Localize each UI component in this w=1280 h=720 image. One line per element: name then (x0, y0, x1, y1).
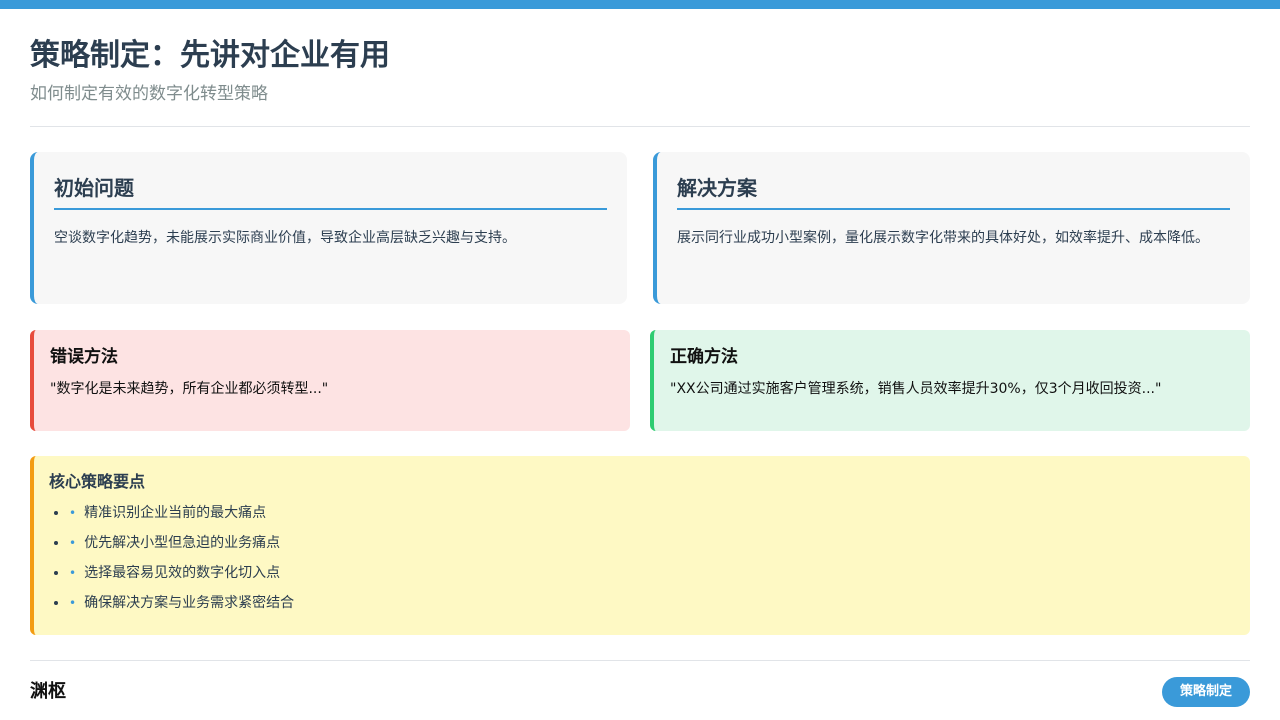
wrong-method-box: 错误方法 "数字化是未来趋势，所有企业都必须转型..." (30, 330, 630, 431)
bullet-icon: • (69, 596, 77, 610)
card-text: 空谈数字化趋势，未能展示实际商业价值，导致企业高层缺乏兴趣与支持。 (54, 230, 516, 246)
core-strategy-box: 核心策略要点 •精准识别企业当前的最大痛点 •优先解决小型但急迫的业务痛点 •选… (30, 456, 1250, 635)
list-item: •确保解决方案与业务需求紧密结合 (69, 588, 1235, 618)
wrong-method-title: 错误方法 (50, 347, 118, 367)
card-text: 展示同行业成功小型案例，量化展示数字化带来的具体好处，如效率提升、成本降低。 (677, 230, 1209, 246)
bullet-icon: • (69, 506, 77, 520)
page-header: 策略制定：先讲对企业有用 如何制定有效的数字化转型策略 (30, 36, 1250, 106)
bullet-icon: • (69, 566, 77, 580)
wrong-method-text: "数字化是未来趋势，所有企业都必须转型..." (50, 381, 329, 397)
page-subtitle: 如何制定有效的数字化转型策略 (30, 84, 268, 104)
top-accent-bar (0, 0, 1280, 9)
right-method-text: "XX公司通过实施客户管理系统，销售人员效率提升30%，仅3个月收回投资..." (670, 381, 1162, 397)
list-item: •优先解决小型但急迫的业务痛点 (69, 528, 1235, 558)
bullet-icon: • (69, 536, 77, 550)
page-title: 策略制定：先讲对企业有用 (30, 38, 390, 73)
right-method-box: 正确方法 "XX公司通过实施客户管理系统，销售人员效率提升30%，仅3个月收回投… (650, 330, 1250, 431)
card-title: 解决方案 (677, 174, 1230, 210)
right-method-title: 正确方法 (670, 347, 738, 367)
footer-brand: 渊枢 (30, 681, 66, 702)
card-title: 初始问题 (54, 174, 607, 210)
list-item: •选择最容易见效的数字化切入点 (69, 558, 1235, 588)
section-badge[interactable]: 策略制定 (1162, 677, 1250, 707)
list-item: •精准识别企业当前的最大痛点 (69, 498, 1235, 528)
header-divider (30, 126, 1250, 127)
solution-card: 解决方案 展示同行业成功小型案例，量化展示数字化带来的具体好处，如效率提升、成本… (653, 152, 1250, 304)
initial-problem-card: 初始问题 空谈数字化趋势，未能展示实际商业价值，导致企业高层缺乏兴趣与支持。 (30, 152, 627, 304)
footer-divider (30, 660, 1250, 661)
core-strategy-list: •精准识别企业当前的最大痛点 •优先解决小型但急迫的业务痛点 •选择最容易见效的… (49, 498, 1235, 618)
core-strategy-title: 核心策略要点 (49, 472, 146, 491)
